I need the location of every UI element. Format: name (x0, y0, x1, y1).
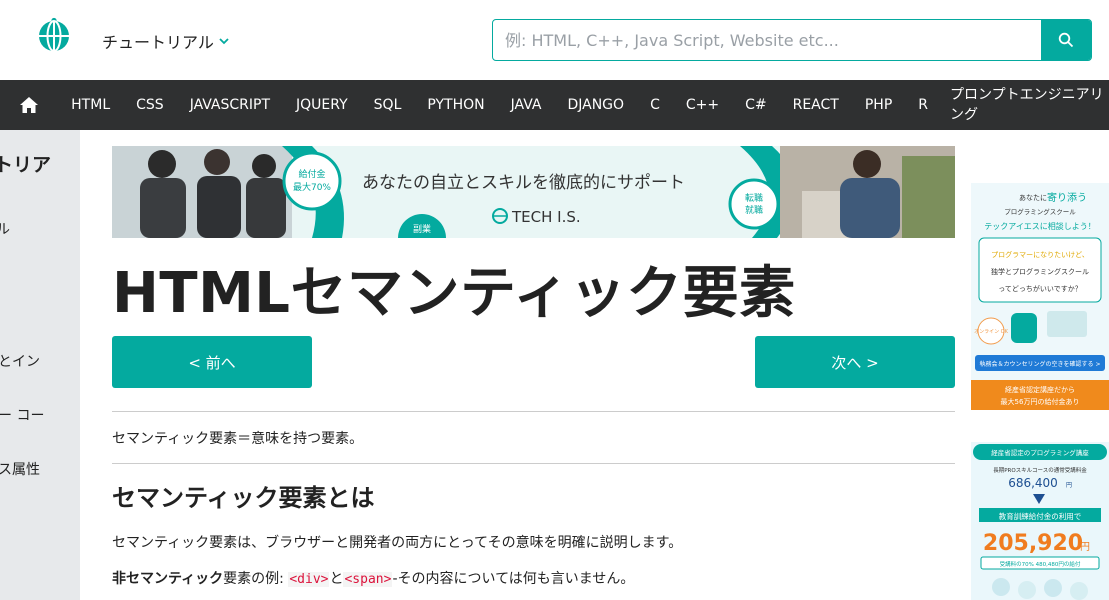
ad1-line1: あなたに (1019, 194, 1047, 202)
side-ad-consult-image: あなたに 寄り添う プログラミングスクール テックアイエスに相談しよう！ プログ… (971, 183, 1109, 410)
banner-badge-left-line2: 最大70% (293, 181, 331, 193)
nav-item-jquery[interactable]: JQUERY (283, 97, 361, 113)
intro-text: セマンティック要素＝意味を持つ要素。 (112, 431, 364, 447)
ad1-foot2: 最大56万円の給付金あり (1001, 397, 1080, 406)
sidebar-item[interactable]: とイン (0, 351, 40, 371)
ad1-cta: 執務会＆カウンセリングの空きを確認する > (980, 360, 1101, 368)
ad2-yen1: 円 (1066, 482, 1072, 489)
nav-item-r[interactable]: R (905, 97, 941, 113)
prev-button[interactable]: < 前へ (112, 336, 312, 388)
nav-item-django[interactable]: DJANGO (554, 97, 637, 113)
search-input[interactable] (493, 20, 1041, 60)
section-heading: セマンティック要素とは (112, 484, 375, 512)
chevron-down-icon (219, 38, 229, 45)
sidebar-item[interactable]: ル (0, 219, 10, 239)
page-title: HTMLセマンティック要素 (112, 261, 796, 326)
text: と (329, 571, 344, 587)
ad1-line2: プログラミングスクール (1004, 207, 1076, 216)
tutorial-menu-label: チュートリアル (102, 33, 214, 52)
main-navbar: HTML CSS JAVASCRIPT JQUERY SQL PYTHON JA… (0, 80, 1109, 130)
nav-item-react[interactable]: REACT (780, 97, 852, 113)
ad1-foot1: 経産省認定講座だから (1005, 385, 1075, 394)
divider (112, 411, 955, 412)
text: 要素の例: (223, 571, 289, 587)
paragraph: セマンティック要素は、ブラウザーと開発者の両方にとってその意味を明確に説明します… (112, 535, 683, 551)
ad2-yen2: 円 (1080, 542, 1090, 553)
divider (112, 463, 955, 464)
tutorial-sidebar: トリア ル とイン ー コー ス属性 (0, 130, 80, 600)
nav-item-prompt-engineering[interactable]: プロンプトエンジニアリング (941, 85, 1109, 125)
banner-badge-mid: 副業 (413, 223, 431, 235)
ad1-question1: プログラマーになりたいけど、 (991, 250, 1089, 259)
side-ad-consult[interactable]: あなたに 寄り添う プログラミングスクール テックアイエスに相談しよう！ プログ… (971, 183, 1109, 410)
banner-brand: TECH I.S. (511, 208, 581, 226)
logo-globe-icon[interactable] (36, 17, 72, 53)
sidebar-item[interactable]: ス属性 (0, 459, 40, 479)
ad2-sub: 長期PROスキルコースの通常受講料金 (993, 466, 1087, 474)
ad2-top: 経産省認定のプログラミング講座 (991, 448, 1089, 457)
text: -その内容については何も言いません。 (392, 571, 635, 587)
search-box (492, 19, 1092, 61)
nav-item-cpp[interactable]: C++ (673, 97, 732, 113)
nav-items: HTML CSS JAVASCRIPT JQUERY SQL PYTHON JA… (58, 80, 1109, 130)
nav-item-sql[interactable]: SQL (361, 97, 415, 113)
search-button[interactable] (1041, 20, 1091, 60)
sidebar-item[interactable]: ー コー (0, 405, 44, 425)
banner-headline: あなたの自立とスキルを徹底的にサポート (362, 173, 685, 193)
ad2-price2: 205,920 (983, 531, 1083, 556)
banner-badge-right-line2: 就職 (745, 204, 763, 216)
home-button[interactable] (0, 80, 58, 130)
side-ad-price[interactable]: 経産省認定のプログラミング講座 長期PROスキルコースの通常受講料金 686,4… (971, 442, 1109, 600)
tutorial-menu[interactable]: チュートリアル (102, 29, 230, 53)
ad1-line1b: 寄り添う (1047, 191, 1087, 204)
banner-badge-right-line1: 転職 (745, 193, 763, 204)
code-span: <span> (343, 572, 393, 587)
nav-item-php[interactable]: PHP (852, 97, 905, 113)
banner-ad-image: 給付金 最大70% 副業 あなたの自立とスキルを徹底的にサポート TECH I.… (112, 146, 955, 238)
ad1-question3: ってどっちがいいですか？ (998, 284, 1081, 293)
nav-item-javascript[interactable]: JAVASCRIPT (177, 97, 283, 113)
ad2-note: 受講料の70% 480,480円の給付 (1000, 560, 1081, 568)
nav-item-c[interactable]: C (637, 97, 673, 113)
code-div: <div> (288, 572, 330, 587)
sidebar-title: トリア (0, 154, 52, 176)
site-header: チュートリアル (0, 0, 1109, 80)
next-button[interactable]: 次へ > (755, 336, 955, 388)
nav-item-html[interactable]: HTML (58, 97, 123, 113)
nav-item-java[interactable]: JAVA (498, 97, 555, 113)
bold-term: 非セマンティック (112, 571, 224, 587)
ad2-price1: 686,400 (1008, 476, 1058, 490)
paragraph-example: 非セマンティック要素の例: <div>と<span>-その内容については何も言い… (112, 568, 634, 588)
ad1-question2: 独学とプログラミングスクール (991, 267, 1089, 276)
banner-ad[interactable]: 給付金 最大70% 副業 あなたの自立とスキルを徹底的にサポート TECH I.… (112, 146, 955, 238)
home-icon (20, 97, 39, 113)
banner-badge-left-line1: 給付金 (298, 168, 325, 180)
nav-item-css[interactable]: CSS (123, 97, 177, 113)
nav-item-csharp[interactable]: C# (732, 97, 780, 113)
ad2-ribbon: 教育訓練給付金の利用で (999, 511, 1082, 521)
side-ad-price-image: 経産省認定のプログラミング講座 長期PROスキルコースの通常受講料金 686,4… (971, 442, 1109, 600)
search-icon (1058, 32, 1074, 48)
ad1-online-badge: オンライン OK (974, 329, 1009, 335)
ad1-line3: テックアイエスに相談しよう！ (984, 221, 1096, 231)
nav-item-python[interactable]: PYTHON (414, 97, 497, 113)
